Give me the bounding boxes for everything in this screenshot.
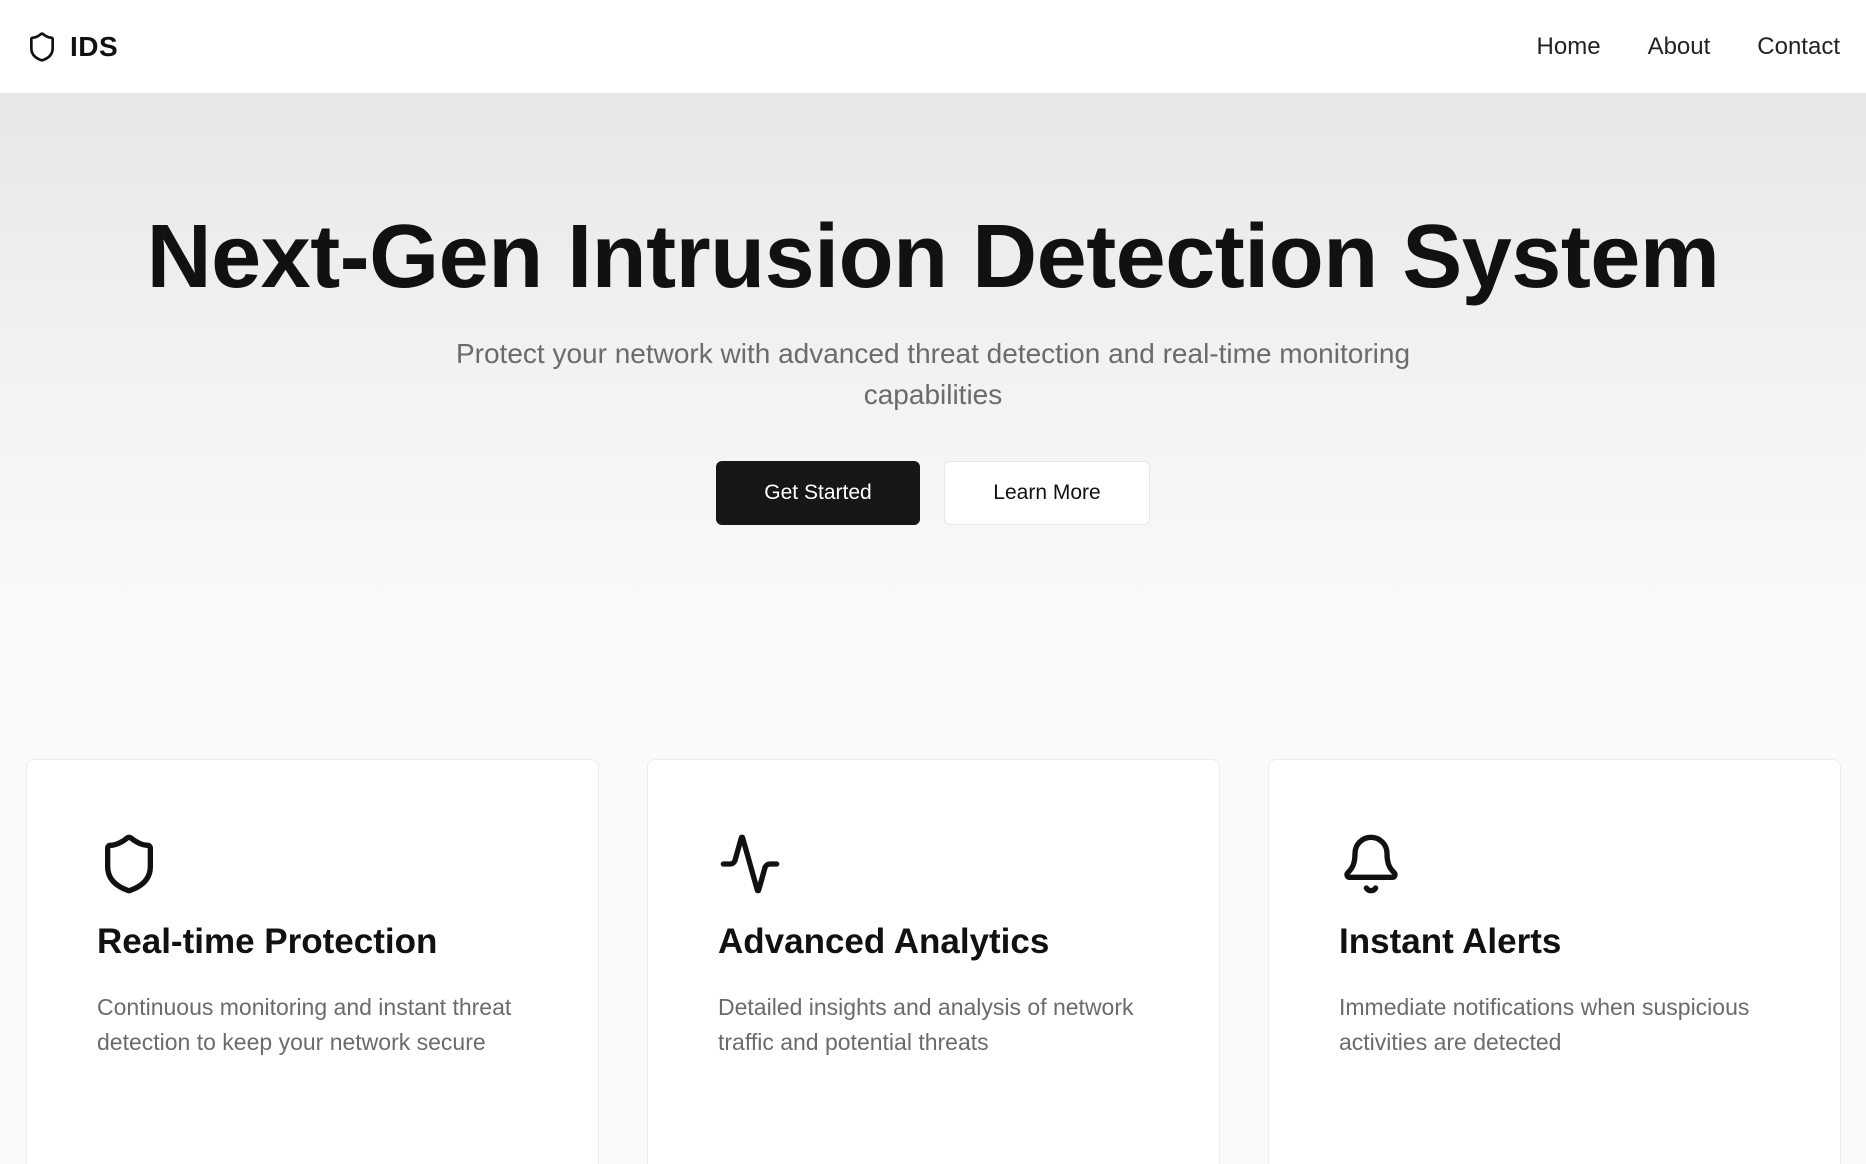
bell-icon bbox=[1339, 832, 1403, 896]
brand-name: IDS bbox=[70, 30, 119, 62]
feature-title: Advanced Analytics bbox=[718, 922, 1050, 961]
nav-link-contact[interactable]: Contact bbox=[1757, 33, 1840, 61]
feature-card-analytics: Advanced Analytics Detailed insights and… bbox=[647, 759, 1220, 1164]
navbar: IDS Home About Contact bbox=[0, 0, 1866, 93]
nav-link-about[interactable]: About bbox=[1648, 33, 1711, 61]
shield-icon bbox=[26, 31, 58, 63]
hero-title: Next-Gen Intrusion Detection System bbox=[146, 207, 1720, 307]
learn-more-button[interactable]: Learn More bbox=[944, 461, 1150, 525]
feature-card-alerts: Instant Alerts Immediate notifications w… bbox=[1268, 759, 1841, 1164]
feature-title: Real-time Protection bbox=[97, 922, 438, 961]
activity-icon bbox=[718, 832, 782, 896]
shield-icon bbox=[97, 832, 161, 896]
hero-section: Next-Gen Intrusion Detection System Prot… bbox=[0, 93, 1866, 633]
brand[interactable]: IDS bbox=[26, 31, 118, 63]
page: IDS Home About Contact Next-Gen Intrusio… bbox=[0, 0, 1866, 1164]
get-started-button[interactable]: Get Started bbox=[716, 461, 920, 525]
hero-subtitle: Protect your network with advanced threa… bbox=[455, 338, 1411, 410]
nav-link-home[interactable]: Home bbox=[1537, 33, 1601, 61]
feature-title: Instant Alerts bbox=[1339, 922, 1562, 961]
feature-description: Immediate notifications when suspicious … bbox=[1339, 994, 1750, 1055]
features-section: Real-time Protection Continuous monitori… bbox=[26, 759, 1841, 1164]
nav-links: Home About Contact bbox=[1537, 33, 1840, 61]
feature-description: Detailed insights and analysis of networ… bbox=[718, 994, 1134, 1055]
feature-card-protection: Real-time Protection Continuous monitori… bbox=[26, 759, 599, 1164]
hero-actions: Get Started Learn More bbox=[0, 461, 1866, 525]
feature-description: Continuous monitoring and instant threat… bbox=[97, 994, 512, 1055]
